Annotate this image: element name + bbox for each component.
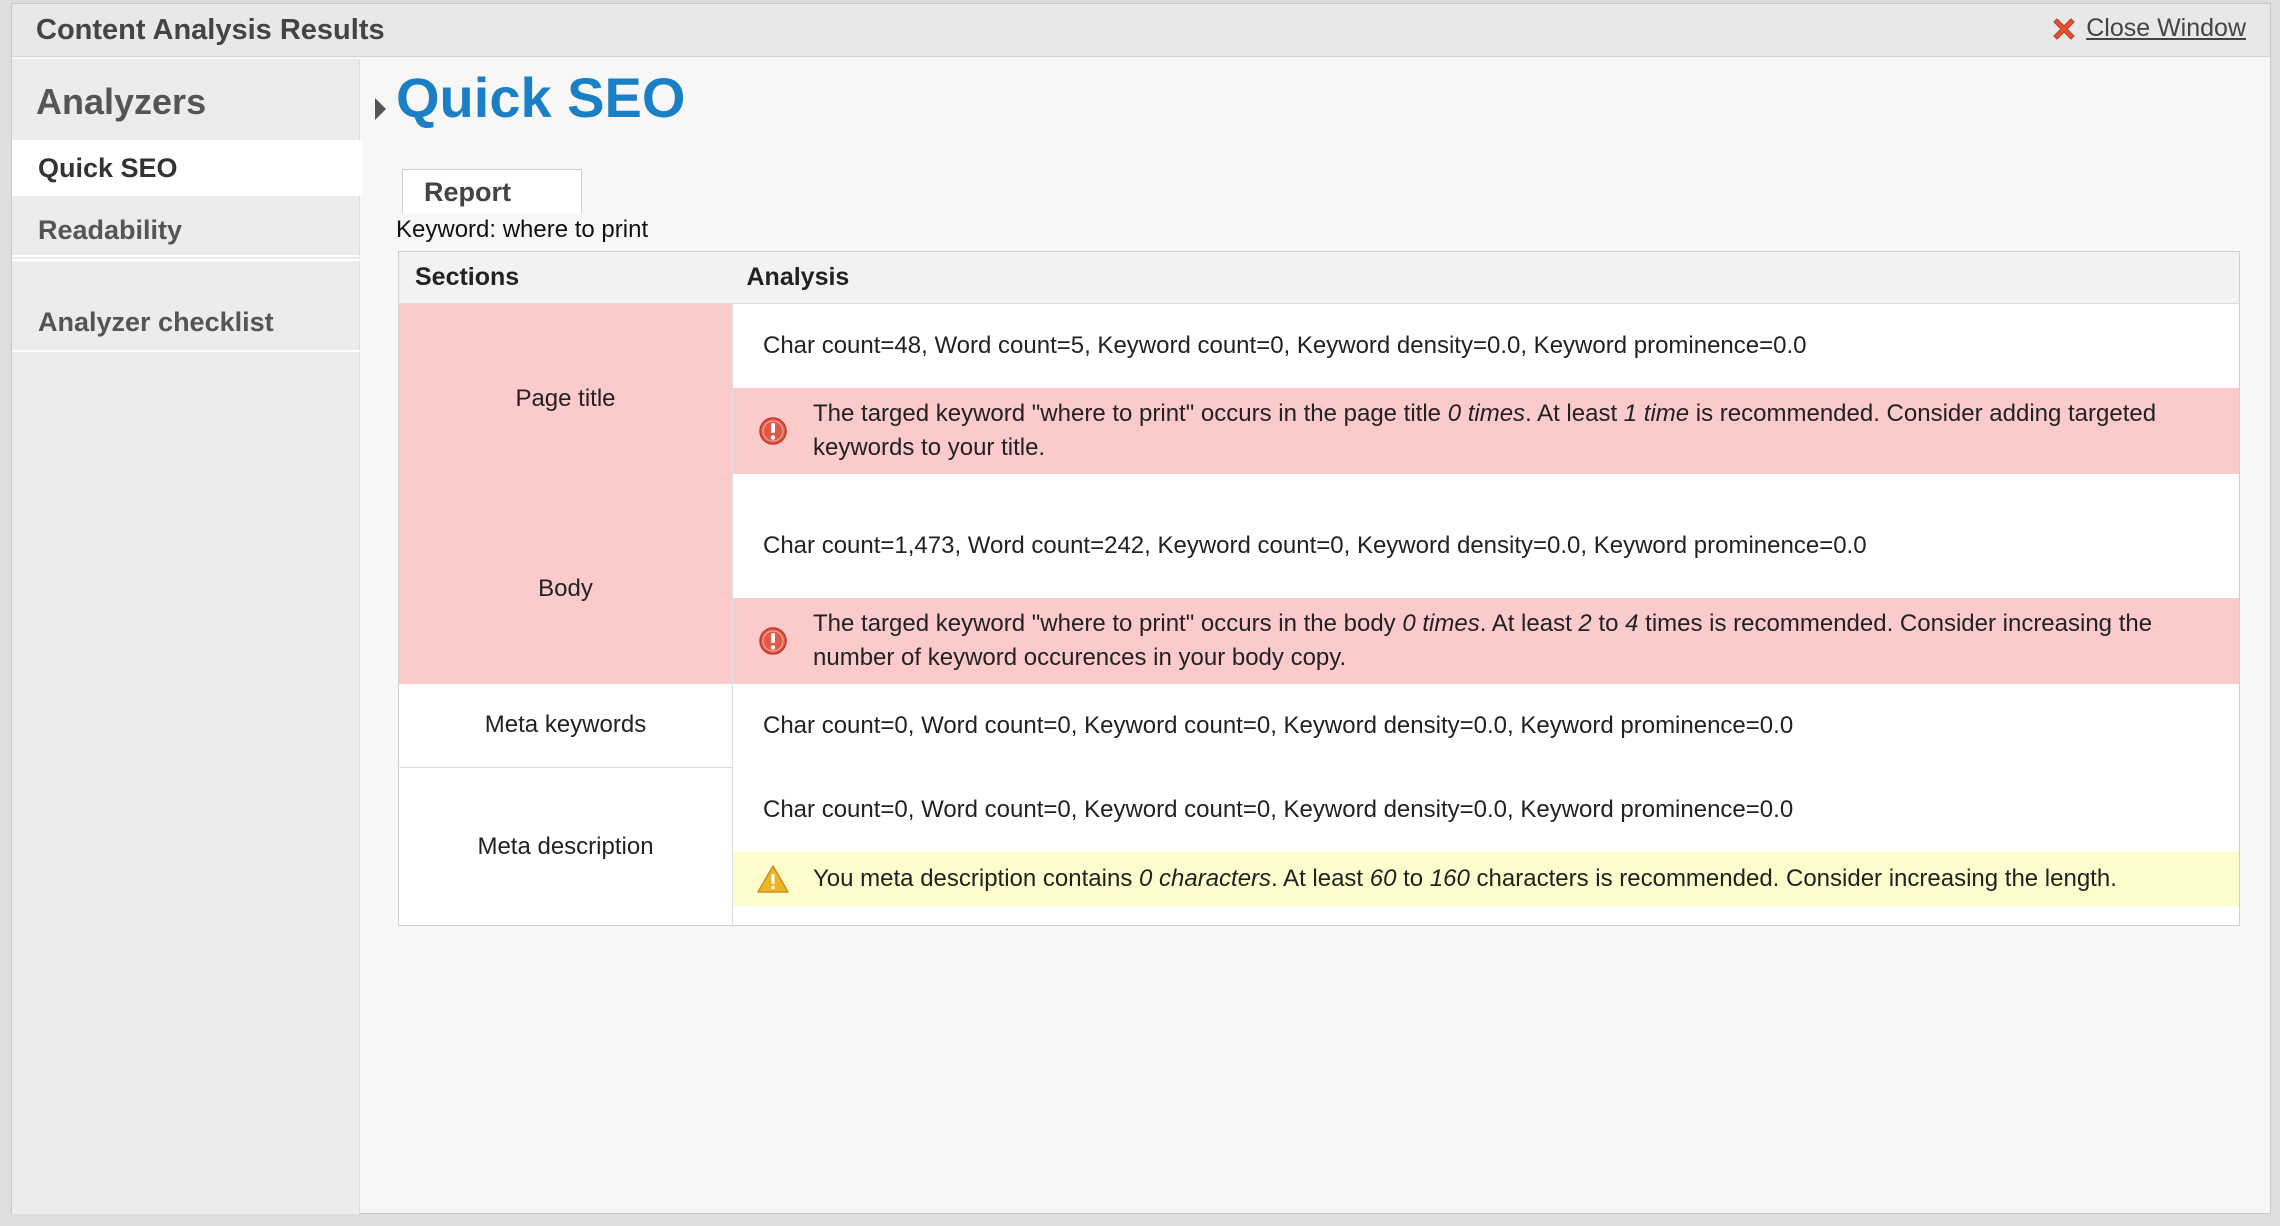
analysis-table: Sections Analysis Page title Char count=… — [398, 251, 2240, 926]
analysis-cell: Char count=1,473, Word count=242, Keywor… — [733, 494, 2240, 684]
stats-line: Char count=0, Word count=0, Keyword coun… — [763, 795, 1794, 823]
section-cell: Meta description — [398, 767, 733, 926]
section-cell: Meta keywords — [398, 683, 733, 768]
stats-line: Char count=0, Word count=0, Keyword coun… — [763, 711, 1794, 739]
stats-line: Char count=1,473, Word count=242, Keywor… — [763, 531, 1867, 559]
message-text: The targed keyword "where to print" occu… — [813, 609, 2153, 671]
sidebar-heading: Analyzers — [36, 81, 207, 122]
sidebar-item-label: Analyzer checklist — [38, 306, 274, 337]
analysis-cell: Char count=48, Word count=5, Keyword cou… — [733, 304, 2240, 494]
warning-message: You meta description contains 0 characte… — [733, 851, 2239, 906]
table-row: Body Char count=1,473, Word count=242, K… — [398, 493, 2240, 684]
close-x-icon — [2053, 17, 2075, 40]
close-window-button[interactable]: Close Window — [2050, 14, 2246, 43]
sidebar-item-analyzer-checklist[interactable]: Analyzer checklist — [12, 294, 360, 352]
stats-line: Char count=48, Word count=5, Keyword cou… — [763, 332, 1807, 359]
error-icon — [759, 417, 787, 445]
column-header-sections: Sections — [398, 251, 733, 304]
keyword-line: Keyword: where to print — [396, 216, 649, 243]
sidebar-item-quick-seo[interactable]: Quick SEO — [12, 140, 362, 196]
content-analysis-window: Content Analysis Results Close Window An… — [11, 3, 2271, 1214]
sidebar-divider — [12, 259, 360, 261]
section-cell: Body — [398, 493, 733, 684]
window-title: Content Analysis Results — [36, 14, 385, 46]
title-bar: Content Analysis Results Close Window — [12, 4, 2270, 57]
table-row: Meta keywords Char count=0, Word count=0… — [398, 683, 2240, 768]
analyzers-sidebar: Analyzers Quick SEO Readability Analyzer… — [12, 59, 362, 1214]
column-header-analysis: Analysis — [732, 251, 2240, 304]
message-text: You meta description contains 0 characte… — [813, 864, 2117, 892]
table-header-row: Sections Analysis — [398, 251, 2240, 304]
section-cell: Page title — [398, 303, 733, 494]
sidebar-item-label: Quick SEO — [38, 152, 178, 183]
analysis-cell: Char count=0, Word count=0, Keyword coun… — [733, 768, 2240, 926]
tab-report[interactable]: Report — [402, 169, 582, 213]
error-message: The targed keyword "where to print" occu… — [733, 388, 2239, 474]
main-content: Quick SEO Report Keyword: where to print… — [362, 59, 2270, 1214]
sidebar-item-label: Readability — [38, 214, 183, 245]
close-window-label[interactable]: Close Window — [2086, 14, 2246, 43]
error-message: The targed keyword "where to print" occu… — [733, 597, 2239, 684]
message-text: The targed keyword "where to print" occu… — [813, 400, 2157, 461]
error-icon — [759, 626, 787, 655]
analysis-cell: Char count=0, Word count=0, Keyword coun… — [733, 684, 2240, 768]
table-row: Page title Char count=48, Word count=5, … — [398, 303, 2240, 494]
table-row: Meta description Char count=0, Word coun… — [398, 767, 2240, 926]
page-title: Quick SEO — [396, 66, 686, 129]
warning-icon — [757, 864, 789, 893]
sidebar-item-readability[interactable]: Readability — [12, 205, 360, 257]
